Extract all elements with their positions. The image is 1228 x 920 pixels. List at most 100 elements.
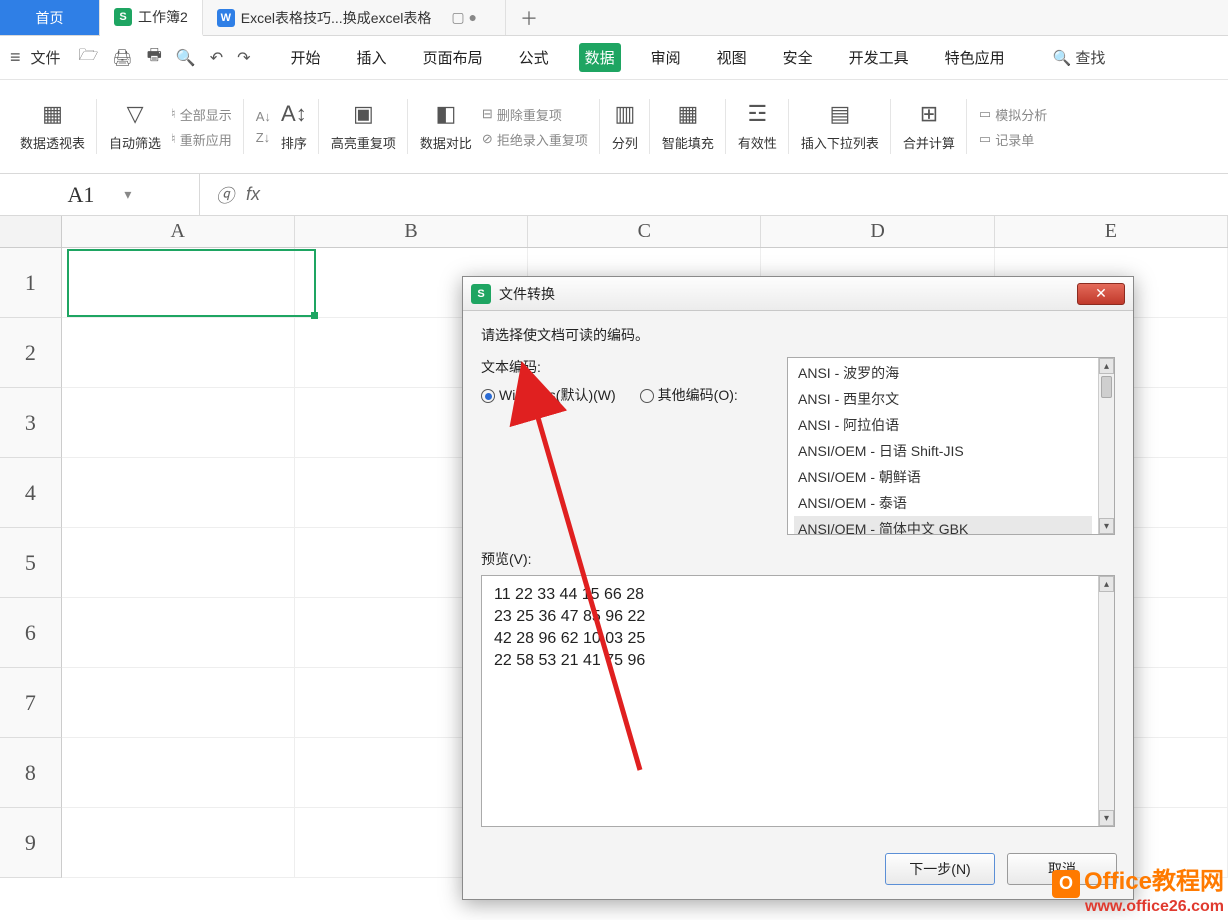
row-header[interactable]: 4 xyxy=(0,458,62,528)
select-all-corner[interactable] xyxy=(0,216,62,247)
ribbon-reapply[interactable]: ♮重新应用 xyxy=(171,130,232,149)
listbox-scrollbar[interactable]: ▴ ▾ xyxy=(1098,358,1114,534)
ribbon-highlight-dup[interactable]: ▣ 高亮重复项 xyxy=(319,80,408,173)
tab-workbook[interactable]: S 工作簿2 xyxy=(100,0,203,36)
hamburger-icon[interactable]: ≡ xyxy=(10,47,21,68)
encoding-listbox[interactable]: ANSI - 波罗的海ANSI - 西里尔文ANSI - 阿拉伯语ANSI/OE… xyxy=(787,357,1115,535)
open-icon[interactable]: 🗁 xyxy=(79,44,99,71)
encoding-option[interactable]: ANSI/OEM - 朝鲜语 xyxy=(794,464,1092,490)
col-C[interactable]: C xyxy=(528,216,761,247)
ribbon-sim[interactable]: ▭模拟分析 xyxy=(979,105,1047,124)
radio-other[interactable]: 其他编码(O): xyxy=(640,385,738,405)
ribbon-data-compare[interactable]: ◧ 数据对比 xyxy=(420,101,472,152)
cell[interactable] xyxy=(62,808,295,878)
dialog-close-button[interactable]: ✕ xyxy=(1077,283,1125,305)
menu-dev[interactable]: 开发工具 xyxy=(843,43,915,72)
save-icon[interactable]: 🖨 xyxy=(112,48,132,68)
ribbon-autofilter[interactable]: ▽ 自动筛选 xyxy=(109,101,161,152)
col-E[interactable]: E xyxy=(995,216,1228,247)
scroll-thumb[interactable] xyxy=(1101,376,1112,398)
row-header[interactable]: 7 xyxy=(0,668,62,738)
cell[interactable] xyxy=(62,318,295,388)
preview-scrollbar[interactable]: ▴ ▾ xyxy=(1098,576,1114,826)
tab-home[interactable]: 首页 xyxy=(0,0,100,35)
cell[interactable] xyxy=(62,458,295,528)
watermark: OOffice教程网 www.office26.com xyxy=(1052,868,1224,916)
menu-security[interactable]: 安全 xyxy=(777,43,819,72)
menu-data[interactable]: 数据 xyxy=(579,43,621,72)
fx-area[interactable]: ⓠ fx xyxy=(200,182,276,208)
ribbon-right-group: ▭模拟分析 ▭记录单 xyxy=(967,80,1059,173)
ribbon-split[interactable]: ▥ 分列 xyxy=(600,80,650,173)
col-D[interactable]: D xyxy=(761,216,994,247)
cell[interactable] xyxy=(62,528,295,598)
sort-asc-icon[interactable]: A↓ xyxy=(256,109,271,124)
menu-search[interactable]: 🔍 查找 xyxy=(1053,47,1106,68)
radio-windows[interactable]: Windows(默认)(W) xyxy=(481,385,616,405)
encoding-option[interactable]: ANSI - 西里尔文 xyxy=(794,386,1092,412)
row-header[interactable]: 9 xyxy=(0,808,62,878)
ribbon-smartfill[interactable]: ▦ 智能填充 xyxy=(650,80,726,173)
ribbon-delete-dup[interactable]: ⊟删除重复项 xyxy=(482,105,588,124)
row-header[interactable]: 1 xyxy=(0,248,62,318)
dropdown-icon: ▤ xyxy=(830,101,851,127)
scroll-up-icon[interactable]: ▴ xyxy=(1099,358,1114,374)
cell[interactable] xyxy=(62,738,295,808)
print-icon[interactable]: 🖶 xyxy=(147,44,162,71)
encoding-option[interactable]: ANSI - 阿拉伯语 xyxy=(794,412,1092,438)
col-B[interactable]: B xyxy=(295,216,528,247)
scroll-up-icon[interactable]: ▴ xyxy=(1099,576,1114,592)
tab-indicators: ▢ ● xyxy=(437,9,491,26)
scroll-down-icon[interactable]: ▾ xyxy=(1099,810,1114,826)
encoding-option[interactable]: ANSI/OEM - 简体中文 GBK xyxy=(794,516,1092,535)
row-header[interactable]: 6 xyxy=(0,598,62,668)
encoding-option[interactable]: ANSI/OEM - 日语 Shift-JIS xyxy=(794,438,1092,464)
cell[interactable] xyxy=(62,668,295,738)
menu-special[interactable]: 特色应用 xyxy=(939,43,1011,72)
menu-start[interactable]: 开始 xyxy=(285,43,327,72)
redo-icon[interactable]: ↷ xyxy=(237,48,250,68)
ribbon-dropdown[interactable]: ▤ 插入下拉列表 xyxy=(789,80,891,173)
menu-formula[interactable]: 公式 xyxy=(513,43,555,72)
undo-icon[interactable]: ↶ xyxy=(210,48,223,68)
showall-icon: ♮ xyxy=(171,106,176,122)
row-header[interactable]: 8 xyxy=(0,738,62,808)
ribbon-consolidate[interactable]: ⊞ 合并计算 xyxy=(891,80,967,173)
cell-reference-box[interactable]: A1 ▾ xyxy=(0,174,200,215)
new-tab-button[interactable]: ＋ xyxy=(506,0,552,35)
fx-label: fx xyxy=(246,184,260,205)
dialog-titlebar[interactable]: S 文件转换 ✕ xyxy=(463,277,1133,311)
menu-layout[interactable]: 页面布局 xyxy=(417,43,489,72)
encoding-option[interactable]: ANSI - 波罗的海 xyxy=(794,360,1092,386)
tab-home-label: 首页 xyxy=(36,8,64,28)
ribbon-form[interactable]: ▭记录单 xyxy=(979,130,1047,149)
ribbon-sort[interactable]: A↕ 排序 xyxy=(281,101,307,152)
fx-help-icon[interactable]: ⓠ xyxy=(216,182,234,208)
encoding-option[interactable]: ANSI/OEM - 泰语 xyxy=(794,490,1092,516)
cell[interactable] xyxy=(62,248,295,318)
ribbon-validation[interactable]: ☲ 有效性 xyxy=(726,80,789,173)
ribbon-pivot[interactable]: ▦ 数据透视表 xyxy=(8,80,97,173)
ribbon-sort-group: A↓ Z↓ A↕ 排序 xyxy=(244,80,319,173)
ribbon-showall[interactable]: ♮全部显示 xyxy=(171,105,232,124)
tab-second-label: Excel表格技巧...换成excel表格 xyxy=(241,8,432,28)
scroll-down-icon[interactable]: ▾ xyxy=(1099,518,1114,534)
ribbon-compare-group: ◧ 数据对比 ⊟删除重复项 ⊘拒绝录入重复项 xyxy=(408,80,600,173)
row-header[interactable]: 3 xyxy=(0,388,62,458)
menu-review[interactable]: 审阅 xyxy=(645,43,687,72)
next-button[interactable]: 下一步(N) xyxy=(885,853,995,885)
row-header[interactable]: 5 xyxy=(0,528,62,598)
sort-desc-icon[interactable]: Z↓ xyxy=(256,130,271,145)
row-header[interactable]: 2 xyxy=(0,318,62,388)
file-menu[interactable]: 文件 xyxy=(31,47,61,68)
preview-icon[interactable]: 🔍 xyxy=(176,48,196,68)
menu-insert[interactable]: 插入 xyxy=(351,43,393,72)
cell[interactable] xyxy=(62,388,295,458)
cell[interactable] xyxy=(62,598,295,668)
menu-view[interactable]: 视图 xyxy=(711,43,753,72)
tab-second[interactable]: W Excel表格技巧...换成excel表格 ▢ ● xyxy=(203,0,506,35)
chevron-down-icon[interactable]: ▾ xyxy=(124,186,131,203)
tab-bar: 首页 S 工作簿2 W Excel表格技巧...换成excel表格 ▢ ● ＋ xyxy=(0,0,1228,36)
ribbon-reject-dup[interactable]: ⊘拒绝录入重复项 xyxy=(482,130,588,149)
col-A[interactable]: A xyxy=(62,216,295,247)
